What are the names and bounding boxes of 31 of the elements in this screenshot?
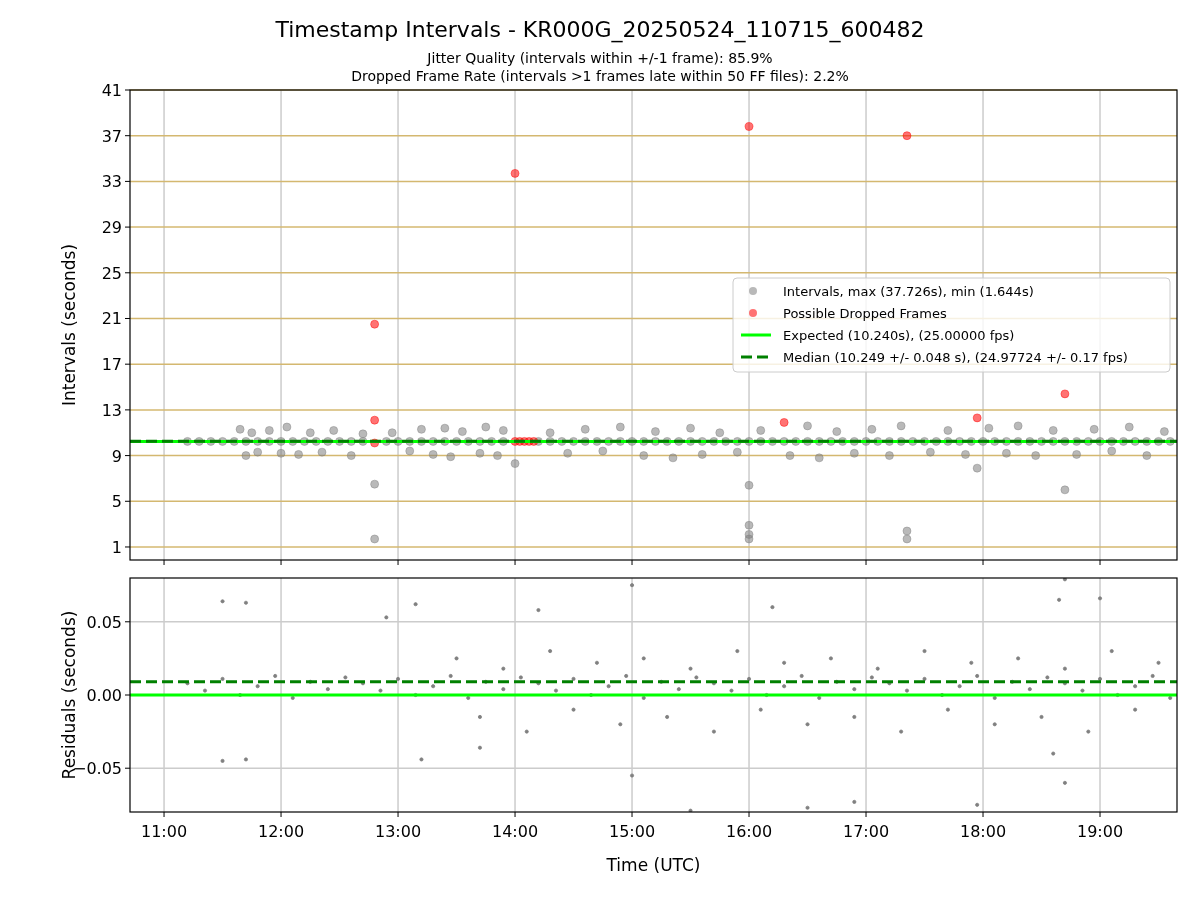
chart-subtitle: Jitter Quality (intervals within +/-1 frame): 85.9% [427,50,773,66]
legend-label: Intervals, max (37.726s), min (1.644s) [783,284,1034,299]
tick-label: 13:00 [375,822,422,841]
tick-label: 14:00 [492,822,539,841]
tick-label: 0.00 [86,686,122,705]
tick-label: 9 [111,446,122,466]
tick-label: 12:00 [258,822,305,841]
tick-label: 25 [101,263,122,283]
tick-label: 37 [101,126,122,146]
axis-label: Intervals (seconds) [59,243,79,407]
tick-label: 19:00 [1076,822,1124,841]
tick-label: 17:00 [842,822,890,841]
tick-label: 41 [101,81,122,100]
tick-label: 17 [101,355,122,375]
chart-subtitle: Dropped Frame Rate (intervals >1 frames late within 50 FF files): 2.2% [351,68,849,84]
tick-label: 21 [101,309,122,329]
tick-label: 5 [111,492,122,512]
tick-label: 15:00 [609,822,656,841]
legend-label: Possible Dropped Frames [783,306,947,321]
legend-label: Median (10.249 +/- 0.048 s), (24.97724 +/- 0.17 fps) [783,350,1128,365]
tick-label: 0.05 [86,612,122,632]
tick-label: 1 [111,538,122,557]
tick-label: 33 [101,172,122,192]
tick-label: 11:00 [141,822,188,841]
axis-label: Time (UTC) [606,855,701,875]
legend-label: Expected (10.240s), (25.00000 fps) [783,328,1015,343]
tick-label: 18:00 [959,822,1007,841]
chart-title: Timestamp Intervals - KR000G_20250524_110715_600482 [275,17,925,42]
tick-label: 29 [101,218,122,238]
tick-label: 13 [101,400,122,420]
tick-label: 16:00 [725,822,773,841]
